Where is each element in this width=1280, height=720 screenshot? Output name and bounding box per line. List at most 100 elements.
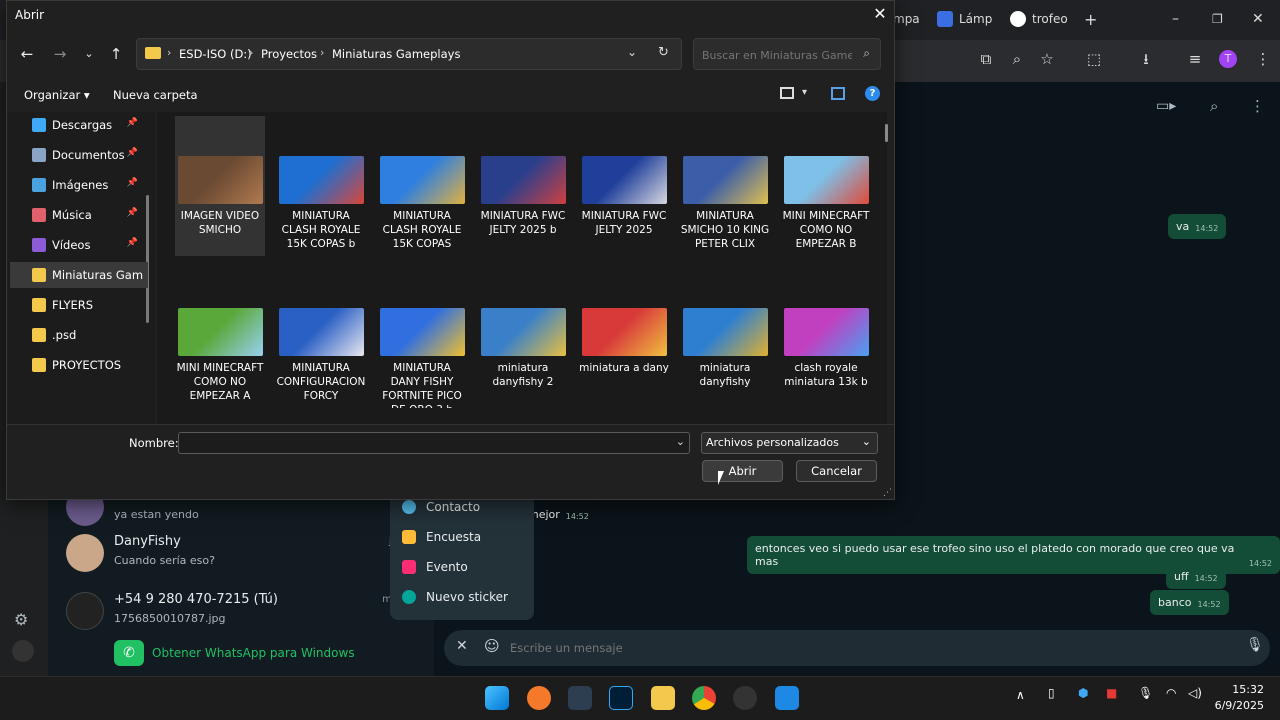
help-icon[interactable]: ?	[865, 86, 880, 101]
nav-item[interactable]: Miniaturas Gam	[10, 262, 148, 288]
chevron-down-icon[interactable]: ⌄	[676, 435, 685, 448]
file-item[interactable]: MINIATURA FWC JELTY 2025 b	[478, 116, 568, 256]
security-icon[interactable]: ⬢	[1078, 686, 1088, 700]
dialog-close-icon[interactable]: ✕	[870, 4, 890, 24]
new-folder-button[interactable]: Nueva carpeta	[113, 88, 198, 102]
get-whatsapp-link[interactable]: ✆ Obtener WhatsApp para Windows	[114, 640, 364, 666]
nav-item[interactable]: Música 📌	[10, 202, 148, 228]
back-arrow-icon[interactable]: ←	[16, 44, 38, 64]
browser-tab-3[interactable]: trofeo	[1010, 6, 1068, 32]
browser-tab-2[interactable]: Lámp	[937, 6, 992, 32]
message-text: banco	[1158, 596, 1192, 609]
open-button[interactable]: Abrir	[702, 460, 783, 482]
microphone-icon[interactable]: 🎙	[1246, 637, 1264, 653]
breadcrumb-current[interactable]: Miniaturas Gameplays	[332, 47, 460, 61]
taskbar-clock[interactable]: 15:32 6/9/2025	[1215, 682, 1264, 714]
nav-item-label: Imágenes	[52, 178, 109, 192]
chat-menu-icon[interactable]: ⋮	[1250, 97, 1265, 115]
volume-icon[interactable]: ◁)	[1188, 686, 1202, 700]
mic-tray-icon[interactable]: 🎙	[1138, 686, 1153, 700]
attach-poll[interactable]: Encuesta	[402, 526, 481, 548]
view-dropdown-icon[interactable]: ▾	[802, 87, 807, 98]
menu-icon[interactable]: ⋮	[1254, 50, 1272, 68]
preview-pane-icon[interactable]	[831, 87, 845, 100]
tab-label: mpa	[893, 12, 920, 26]
app-tray-icon[interactable]: ■	[1106, 686, 1117, 700]
breadcrumb-proyectos[interactable]: Proyectos	[261, 47, 317, 61]
refresh-icon[interactable]: ↻	[658, 45, 669, 60]
wifi-icon[interactable]: ◠	[1166, 686, 1176, 700]
address-dropdown-icon[interactable]: ⌄	[627, 45, 637, 59]
attach-sticker[interactable]: Nuevo sticker	[402, 586, 508, 608]
media-icon[interactable]: ≡	[1186, 50, 1204, 68]
profile-avatar[interactable]	[12, 640, 34, 662]
cancel-button[interactable]: Cancelar	[796, 460, 877, 482]
attach-menu: Contacto Encuesta Evento Nuevo sticker	[390, 492, 534, 620]
tray-chevron-icon[interactable]: ∧	[1016, 688, 1025, 702]
file-item[interactable]: MINIATURA SMICHO 10 KING PETER CLIX	[680, 116, 770, 256]
app-icon[interactable]	[733, 686, 757, 710]
file-item[interactable]: MINI MINECRAFT COMO NO EMPEZAR A	[175, 268, 265, 408]
address-bar[interactable]: › ESD-ISO (D:) › Proyectos › Miniaturas …	[136, 38, 682, 70]
file-explorer-icon[interactable]	[651, 686, 675, 710]
bookmark-star-icon[interactable]: ☆	[1038, 50, 1056, 68]
nav-item[interactable]: FLYERS	[10, 292, 148, 318]
nav-item[interactable]: Imágenes 📌	[10, 172, 148, 198]
up-arrow-icon[interactable]: ↑	[105, 44, 127, 64]
forward-arrow-icon[interactable]: →	[49, 44, 71, 64]
nav-item[interactable]: Descargas 📌	[10, 112, 148, 138]
file-item[interactable]: miniatura a dany	[579, 268, 669, 408]
file-item[interactable]: MINIATURA DANY FISHY FORTNITE PICO DE OR…	[377, 268, 467, 408]
file-name-field[interactable]: ⌄	[178, 432, 690, 454]
close-window-icon[interactable]: ✕	[1252, 6, 1264, 32]
file-item[interactable]: miniatura danyfishy 2	[478, 268, 568, 408]
file-item[interactable]: MINI MINECRAFT COMO NO EMPEZAR B	[781, 116, 871, 256]
attach-event[interactable]: Evento	[402, 556, 468, 578]
close-attach-icon[interactable]: ✕	[456, 638, 468, 654]
maximize-icon[interactable]: ❐	[1212, 6, 1223, 32]
blender-icon[interactable]	[527, 686, 551, 710]
extensions-icon[interactable]: ⬚	[1085, 50, 1103, 68]
thumbnail-image	[683, 308, 768, 356]
search-input[interactable]	[702, 46, 852, 64]
file-item[interactable]: miniatura danyfishy	[680, 268, 770, 408]
breadcrumb-drive[interactable]: ESD-ISO (D:)	[179, 47, 252, 61]
message-text: va	[1176, 220, 1190, 233]
new-tab-button[interactable]: +	[1084, 6, 1097, 32]
file-item[interactable]: IMAGEN VIDEO SMICHO	[175, 116, 265, 256]
file-item[interactable]: MINIATURA FWC JELTY 2025	[579, 116, 669, 256]
organize-button[interactable]: Organizar ▾	[24, 88, 90, 102]
file-item[interactable]: clash royale miniatura 13k b	[781, 268, 871, 408]
chrome-icon[interactable]	[692, 686, 716, 710]
file-list-scrollbar[interactable]	[885, 124, 888, 142]
recent-chevron-icon[interactable]: ⌄	[78, 44, 100, 64]
view-mode-icon[interactable]	[780, 87, 794, 99]
photoshop-icon[interactable]	[609, 686, 633, 710]
start-icon[interactable]	[485, 686, 509, 710]
message-input[interactable]	[510, 638, 1110, 658]
nav-item[interactable]: Vídeos 📌	[10, 232, 148, 258]
minimize-icon[interactable]: –	[1172, 6, 1179, 32]
video-call-icon[interactable]: ▭▸	[1156, 98, 1176, 114]
download-icon[interactable]: ⭳	[1137, 50, 1155, 68]
chat-item[interactable]: +54 9 280 470-7215 (Tú) 1756850010787.jp…	[48, 584, 434, 642]
install-app-icon[interactable]: ⧉	[977, 50, 995, 68]
usb-icon[interactable]: ▯	[1048, 686, 1055, 700]
zoom-icon[interactable]: ⌕	[1008, 50, 1026, 68]
nav-item[interactable]: PROYECTOS	[10, 352, 148, 378]
file-type-select[interactable]: Archivos personalizados ⌄	[701, 432, 878, 454]
nav-item[interactable]: .psd	[10, 322, 148, 348]
file-item[interactable]: MINIATURA CLASH ROYALE 15K COPAS	[377, 116, 467, 256]
file-item[interactable]: MINIATURA CLASH ROYALE 15K COPAS b	[276, 116, 366, 256]
settings-gear-icon[interactable]: ⚙	[14, 610, 28, 629]
file-item[interactable]: MINIATURA CONFIGURACION FORCY	[276, 268, 366, 408]
app-icon[interactable]	[775, 686, 799, 710]
resize-grip-icon[interactable]: ⋰	[883, 488, 892, 498]
search-icon[interactable]: ⌕	[1210, 97, 1218, 115]
emoji-icon[interactable]: ☺	[484, 637, 500, 655]
app-icon[interactable]	[568, 686, 592, 710]
nav-item[interactable]: Documentos 📌	[10, 142, 148, 168]
chat-item[interactable]: DanyFishy Cuando sería eso? ju	[48, 526, 434, 584]
browser-tab-1[interactable]: mpa	[893, 6, 920, 32]
profile-avatar[interactable]: T	[1219, 50, 1237, 68]
